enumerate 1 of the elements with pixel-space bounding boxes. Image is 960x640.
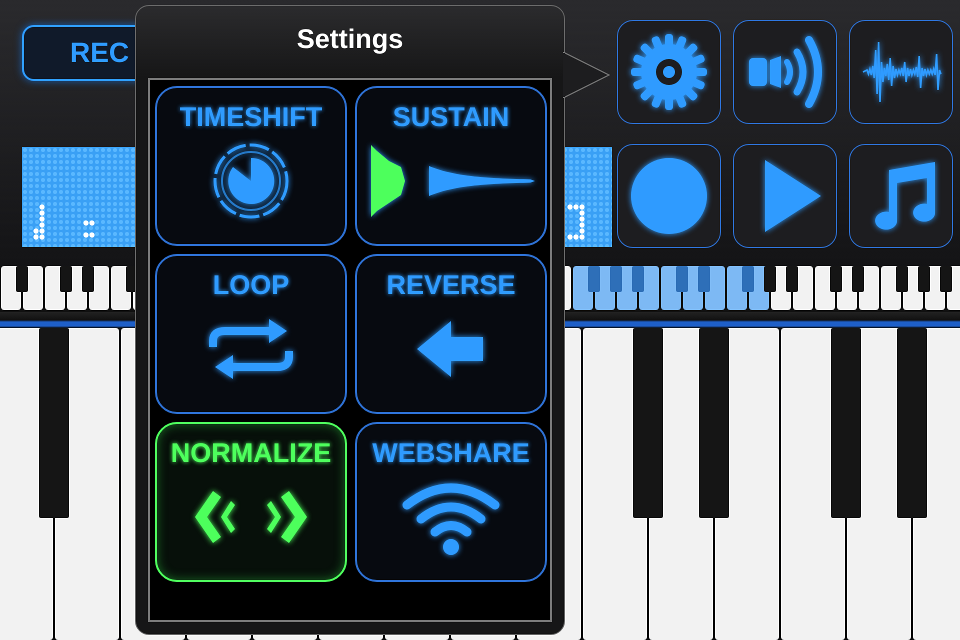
popover-title: Settings xyxy=(296,24,404,56)
